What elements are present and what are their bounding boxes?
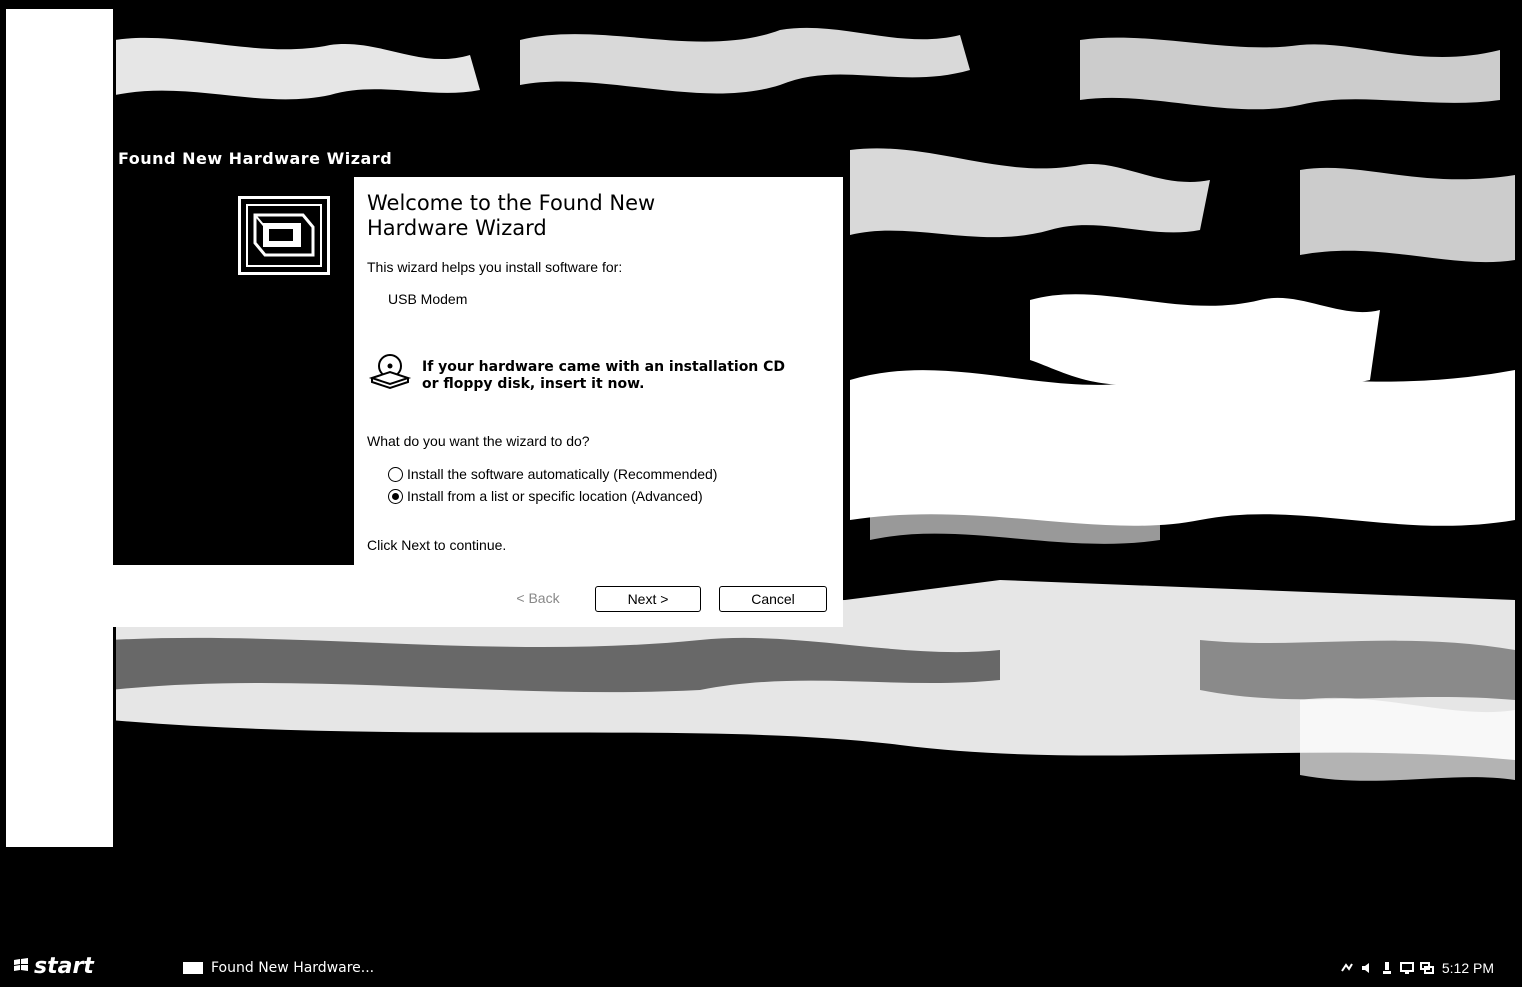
- radio-label-automatic: Install the software automatically (Reco…: [407, 466, 718, 482]
- network-icon[interactable]: [1340, 961, 1354, 975]
- device-name: USB Modem: [388, 291, 468, 307]
- taskbar-button-found-new-hardware[interactable]: Found New Hardware...: [183, 960, 374, 976]
- volume-icon[interactable]: [1360, 961, 1374, 975]
- monitor-icon[interactable]: [1399, 961, 1414, 975]
- cd-instruction-line1: If your hardware came with an installati…: [422, 359, 786, 375]
- radio-button-unchecked[interactable]: [388, 466, 403, 482]
- wizard-button-bar: < Back Next > Cancel: [113, 565, 843, 627]
- window-icon: [183, 962, 203, 974]
- side-panel: [3, 6, 116, 850]
- cd-instruction-line2: or floppy disk, insert it now.: [422, 376, 645, 392]
- wizard-title: Found New Hardware Wizard: [118, 149, 393, 168]
- cancel-button[interactable]: Cancel: [719, 586, 827, 612]
- clock: 5:12 PM: [1441, 960, 1494, 976]
- start-label: start: [34, 954, 94, 979]
- connection-icon[interactable]: [1419, 961, 1434, 975]
- back-button[interactable]: < Back: [493, 586, 583, 610]
- wizard-question: What do you want the wizard to do?: [367, 433, 590, 449]
- radio-install-automatically[interactable]: Install the software automatically (Reco…: [388, 466, 717, 482]
- hardware-icon: [238, 196, 330, 275]
- taskbar-button-label: Found New Hardware...: [211, 960, 375, 976]
- wizard-heading-line1: Welcome to the Found New: [367, 191, 656, 215]
- radio-label-advanced: Install from a list or specific location…: [407, 488, 703, 504]
- cd-instruction: If your hardware came with an installati…: [422, 359, 785, 393]
- wizard-intro-text: This wizard helps you install software f…: [367, 259, 623, 275]
- continue-instruction: Click Next to continue.: [367, 537, 507, 553]
- radio-install-from-list[interactable]: Install from a list or specific location…: [388, 488, 703, 504]
- safely-remove-icon[interactable]: [1380, 961, 1394, 975]
- wizard-heading: Welcome to the Found New Hardware Wizard: [367, 191, 767, 241]
- next-button[interactable]: Next >: [595, 586, 701, 612]
- start-button[interactable]: start: [12, 954, 94, 979]
- system-tray: 5:12 PM: [1340, 960, 1494, 976]
- wizard-content-panel: Welcome to the Found New Hardware Wizard…: [354, 177, 843, 565]
- wizard-heading-line2: Hardware Wizard: [367, 216, 547, 240]
- cd-drive-icon: [368, 354, 412, 390]
- radio-button-checked[interactable]: [388, 488, 403, 504]
- windows-logo-icon: [12, 954, 30, 979]
- taskbar: start Found New Hardware... 5:12 PM: [0, 950, 1522, 987]
